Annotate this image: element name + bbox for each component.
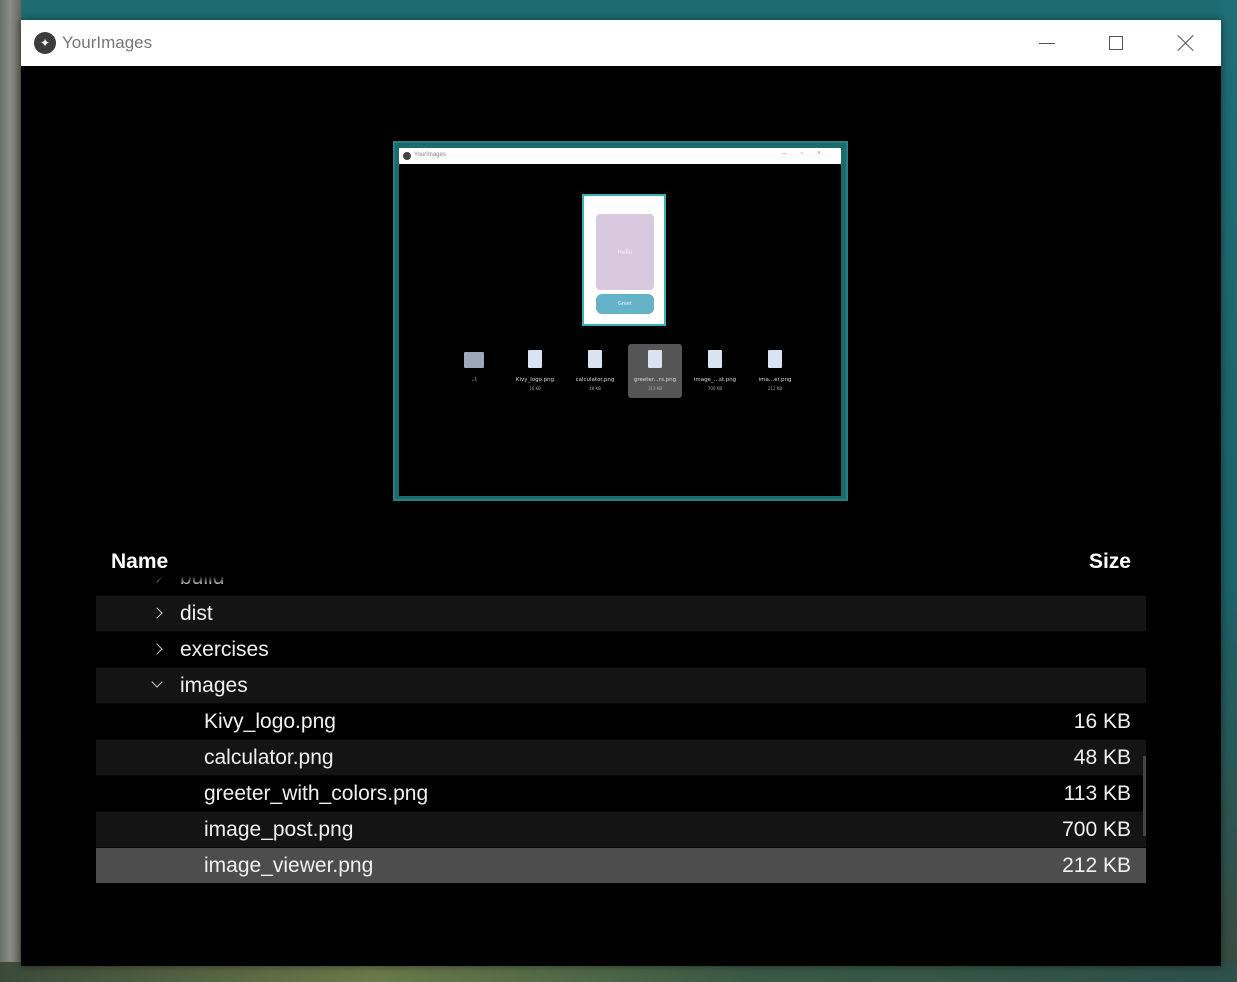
- row-label: Kivy_logo.png: [204, 710, 336, 733]
- window-title: YourImages: [62, 33, 153, 52]
- preview-window-controls: –▫×: [782, 150, 835, 157]
- preview-title-bar: YourImages –▫×: [399, 148, 841, 164]
- preview-file-size: 113 KB: [647, 386, 663, 391]
- file-icon: [588, 350, 602, 368]
- tree-row-file[interactable]: greeter_with_colors.png 113 KB: [96, 776, 1146, 812]
- preview-greet-button: Greet: [596, 294, 654, 314]
- preview-file-name: image_...st.png: [693, 377, 737, 383]
- tree-header: Name Size: [96, 546, 1146, 576]
- tree-scrollbar[interactable]: [1143, 756, 1146, 836]
- preview-file-name: calculator.png: [575, 377, 615, 383]
- preview-title: YourImages: [414, 152, 446, 158]
- row-label: images: [180, 674, 248, 697]
- close-button[interactable]: [1163, 20, 1209, 66]
- tree-scroll-area[interactable]: build dist exercises images: [96, 576, 1146, 886]
- preview-file-name: greeter...rs.png: [633, 377, 677, 383]
- column-header-name[interactable]: Name: [111, 550, 168, 574]
- tree-row-file[interactable]: calculator.png 48 KB: [96, 740, 1146, 776]
- tree-row-folder-expanded[interactable]: images: [96, 668, 1146, 704]
- file-icon: [528, 350, 542, 368]
- row-label: image_viewer.png: [204, 854, 374, 877]
- preview-file-item: Kivy_logo.png 16 KB: [508, 344, 562, 398]
- column-header-size[interactable]: Size: [1089, 550, 1131, 574]
- row-size: 113 KB: [1063, 782, 1131, 805]
- header-fade: [96, 576, 1146, 586]
- app-window: ✦ YourImages YourImages –▫× Hello Greet: [21, 20, 1221, 966]
- row-label: greeter_with_colors.png: [204, 782, 429, 805]
- file-icon: [708, 350, 722, 368]
- preview-file-size: 16 KB: [529, 386, 541, 391]
- preview-file-item: ima...er.png 212 KB: [748, 344, 802, 398]
- chevron-right-icon[interactable]: [151, 604, 165, 622]
- desktop-edge-right: [1219, 0, 1237, 982]
- row-label: dist: [180, 602, 213, 625]
- row-size: 212 KB: [1062, 854, 1131, 877]
- preview-file-name: ..\: [471, 377, 477, 383]
- preview-file-name: ima...er.png: [758, 377, 792, 383]
- preview-app-icon: [403, 152, 411, 160]
- file-icon: [768, 350, 782, 368]
- preview-file-item: image_...st.png 700 KB: [688, 344, 742, 398]
- folder-icon: [464, 352, 484, 368]
- preview-file-size: 700 KB: [707, 386, 723, 391]
- preview-phone-image: Hello Greet: [582, 194, 666, 326]
- file-tree[interactable]: build dist exercises images: [96, 546, 1146, 886]
- minimize-icon: [1039, 42, 1055, 44]
- preview-card: Hello: [596, 214, 654, 290]
- image-preview: YourImages –▫× Hello Greet ..\ Kivy_logo…: [393, 141, 848, 501]
- preview-file-name: Kivy_logo.png: [515, 377, 555, 383]
- row-label: image_post.png: [204, 818, 354, 841]
- row-size: 700 KB: [1062, 818, 1131, 841]
- maximize-icon: [1109, 36, 1123, 50]
- preview-file-item-selected: greeter...rs.png 113 KB: [628, 344, 682, 398]
- tree-row-folder[interactable]: exercises: [96, 632, 1146, 668]
- tree-row-folder[interactable]: dist: [96, 596, 1146, 632]
- preview-file-item: ..\: [447, 344, 501, 398]
- preview-file-item: calculator.png 48 KB: [568, 344, 622, 398]
- kivy-app-icon: ✦: [34, 32, 56, 54]
- tree-row-file-selected[interactable]: image_viewer.png 212 KB: [96, 848, 1146, 884]
- row-size: 48 KB: [1073, 746, 1131, 769]
- title-bar[interactable]: ✦ YourImages: [21, 20, 1221, 66]
- file-icon: [648, 350, 662, 368]
- preview-file-size: 48 KB: [589, 386, 601, 391]
- close-icon: [1177, 34, 1195, 52]
- maximize-button[interactable]: [1093, 20, 1139, 66]
- minimize-button[interactable]: [1024, 20, 1070, 66]
- tree-rows: build dist exercises images: [96, 576, 1146, 884]
- preview-file-size: 212 KB: [767, 386, 783, 391]
- row-label: calculator.png: [204, 746, 334, 769]
- row-size: 16 KB: [1073, 710, 1131, 733]
- chevron-down-icon[interactable]: [151, 676, 165, 694]
- row-label: exercises: [180, 638, 269, 661]
- tree-row-file[interactable]: Kivy_logo.png 16 KB: [96, 704, 1146, 740]
- preview-window: YourImages –▫× Hello Greet ..\ Kivy_logo…: [399, 148, 841, 496]
- tree-row-file[interactable]: image_post.png 700 KB: [96, 812, 1146, 848]
- preview-file-grid: ..\ Kivy_logo.png 16 KB calculator.png 4…: [447, 344, 807, 404]
- chevron-right-icon[interactable]: [151, 640, 165, 658]
